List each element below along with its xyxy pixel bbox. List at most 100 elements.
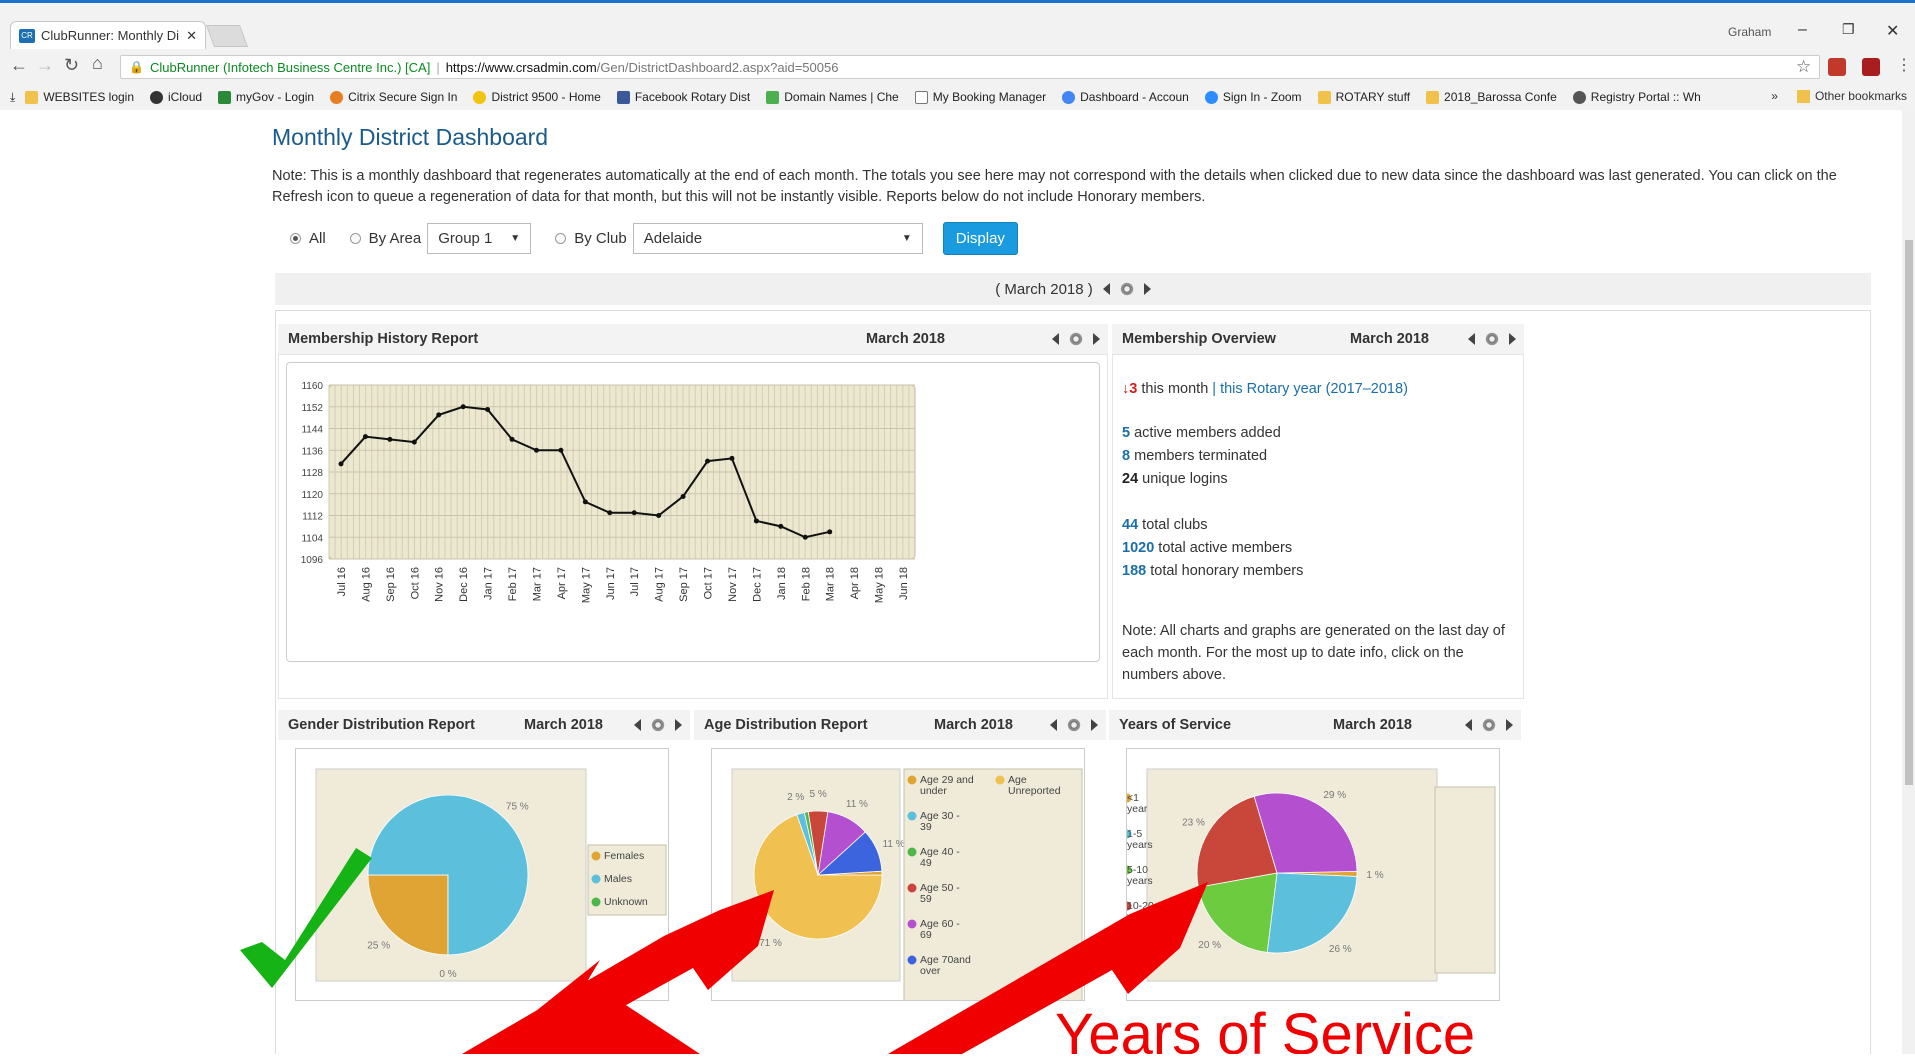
menu-icon[interactable]: ⋮ (1896, 55, 1912, 75)
folder-icon (25, 90, 39, 104)
panel-month: March 2018 (934, 717, 1013, 733)
data-point (582, 499, 588, 505)
scrollbar-thumb[interactable] (1905, 240, 1913, 785)
bookmark-item[interactable]: District 9500 - Home (473, 90, 601, 104)
more-bookmarks-icon[interactable]: » (1771, 89, 1778, 103)
prev-month-icon[interactable] (634, 719, 641, 731)
legend-swatch (907, 775, 917, 785)
url-host: https://www.crsadmin.com (445, 59, 597, 75)
bookmark-item[interactable]: Citrix Secure Sign In (330, 90, 457, 104)
next-month-icon[interactable] (675, 719, 682, 731)
page-note: Note: This is a monthly dashboard that r… (272, 168, 1837, 205)
profile-name[interactable]: Graham (1728, 25, 1771, 39)
refresh-gear-icon[interactable] (1069, 332, 1083, 346)
honorary-count[interactable]: 188 (1122, 563, 1146, 579)
data-point (778, 523, 784, 529)
slice-value-label: 23 % (1182, 818, 1205, 829)
added-count[interactable]: 5 (1122, 425, 1130, 441)
bookmark-item[interactable]: Domain Names | Che (766, 90, 899, 104)
x-tick-label: Jul 17 (629, 567, 641, 596)
home-icon[interactable]: ⌂ (92, 53, 103, 74)
legend-label: 59 (920, 893, 932, 905)
address-bar[interactable]: 🔒 ClubRunner (Infotech Business Centre I… (120, 55, 1820, 79)
overview-change: ↓3 this month | this Rotary year (2017–2… (1122, 378, 1522, 401)
slice-value-label: 20 % (1198, 940, 1221, 951)
bookmark-item[interactable]: myGov - Login (218, 90, 314, 104)
data-point (607, 510, 613, 516)
next-month-icon[interactable] (1091, 719, 1098, 731)
y-tick-label: 1112 (302, 512, 323, 523)
bookmark-item[interactable]: Facebook Rotary Dist (616, 90, 750, 104)
minimize-icon[interactable]: – (1798, 21, 1807, 39)
x-tick-label: Sep 16 (385, 567, 397, 602)
close-window-icon[interactable]: ✕ (1886, 21, 1899, 41)
folder-icon (1426, 90, 1440, 104)
bookmark-item[interactable]: ROTARY stuff (1317, 90, 1410, 104)
tab-title: ClubRunner: Monthly Di (41, 28, 180, 43)
new-tab-button[interactable] (205, 25, 249, 47)
bookmark-item[interactable]: Registry Portal :: Wh (1572, 90, 1701, 104)
area-select[interactable]: Group 1 ▼ (427, 222, 532, 254)
next-month-icon[interactable] (1143, 283, 1151, 295)
next-month-icon[interactable] (1506, 719, 1513, 731)
other-bookmarks[interactable]: Other bookmarks (1815, 89, 1907, 103)
download-icon[interactable]: ⤓ (10, 90, 15, 105)
all-radio[interactable] (290, 232, 301, 244)
registry-icon (1572, 90, 1586, 104)
panel-header: Gender Distribution Report March 2018 (278, 710, 690, 740)
bookmark-item[interactable]: My Booking Manager (914, 90, 1046, 104)
panel-month: March 2018 (524, 717, 603, 733)
years-chart-frame: 1 % 26 % 20 % 23 % 29 % <1 year 1-5 years 5-10 yea… (1122, 748, 1500, 1001)
refresh-gear-icon[interactable] (1482, 718, 1496, 732)
prev-month-icon[interactable] (1052, 333, 1059, 345)
reload-icon[interactable]: ↻ (64, 55, 79, 76)
refresh-gear-icon[interactable] (1119, 282, 1134, 296)
bookmark-item[interactable]: WEBSITES login (25, 90, 134, 104)
slice-value-label: 75 % (506, 802, 529, 813)
bookmark-item[interactable]: iCloud (150, 90, 202, 104)
years-pie-chart: 1 %26 %20 %23 %29 %<1year1-5years5-10yea… (1122, 768, 1496, 982)
by-area-radio[interactable] (349, 232, 361, 244)
forward-icon[interactable]: → (36, 55, 54, 76)
bookmark-star-icon[interactable]: ☆ (1796, 57, 1811, 77)
by-club-radio[interactable] (555, 232, 567, 244)
prev-month-icon[interactable] (1468, 333, 1475, 345)
clubs-count[interactable]: 44 (1122, 517, 1138, 533)
prev-month-icon[interactable] (1465, 719, 1472, 731)
ublock-extension-icon[interactable] (1862, 58, 1880, 76)
legend-swatch (591, 897, 601, 907)
club-select[interactable]: Adelaide ▼ (632, 222, 923, 254)
rotary-year-link[interactable]: | this Rotary year (2017–2018) (1212, 381, 1408, 397)
apple-icon (150, 90, 164, 104)
back-icon[interactable]: ← (10, 55, 28, 76)
by-club-label: By Club (574, 229, 627, 247)
refresh-gear-icon[interactable] (1485, 332, 1499, 346)
address-separator: | (436, 59, 440, 75)
y-tick-label: 1160 (301, 381, 323, 392)
years-panel: Years of Service March 2018 1 % 26 % 20 % 2… (1109, 710, 1521, 1060)
bookmark-item[interactable]: 2018_Barossa Confe (1426, 90, 1557, 104)
y-tick-label: 1096 (301, 555, 324, 566)
prev-month-icon[interactable] (1102, 283, 1110, 295)
pdf-extension-icon[interactable] (1828, 58, 1846, 76)
prev-month-icon[interactable] (1050, 719, 1057, 731)
area-select-value: Group 1 (438, 229, 493, 247)
browser-tab[interactable]: CR ClubRunner: Monthly Di ✕ (10, 21, 206, 49)
next-month-icon[interactable] (1509, 333, 1516, 345)
refresh-gear-icon[interactable] (651, 718, 665, 732)
y-tick-label: 1120 (301, 490, 323, 501)
club-select-value: Adelaide (643, 229, 703, 247)
change-count[interactable]: 3 (1129, 381, 1137, 397)
display-button[interactable]: Display (942, 221, 1018, 255)
next-month-icon[interactable] (1093, 333, 1100, 345)
legend-label: 49 (920, 857, 932, 869)
legend-label: years (1127, 911, 1153, 923)
terminated-count[interactable]: 8 (1122, 448, 1130, 464)
bookmark-item[interactable]: Sign In - Zoom (1204, 90, 1302, 104)
tab-close-icon[interactable]: ✕ (186, 28, 197, 44)
restore-icon[interactable]: ❐ (1842, 21, 1855, 38)
active-count[interactable]: 1020 (1122, 540, 1154, 556)
bookmark-item[interactable]: Dashboard - Accoun (1062, 90, 1189, 104)
refresh-gear-icon[interactable] (1067, 718, 1081, 732)
y-tick-label: 1128 (301, 468, 323, 479)
